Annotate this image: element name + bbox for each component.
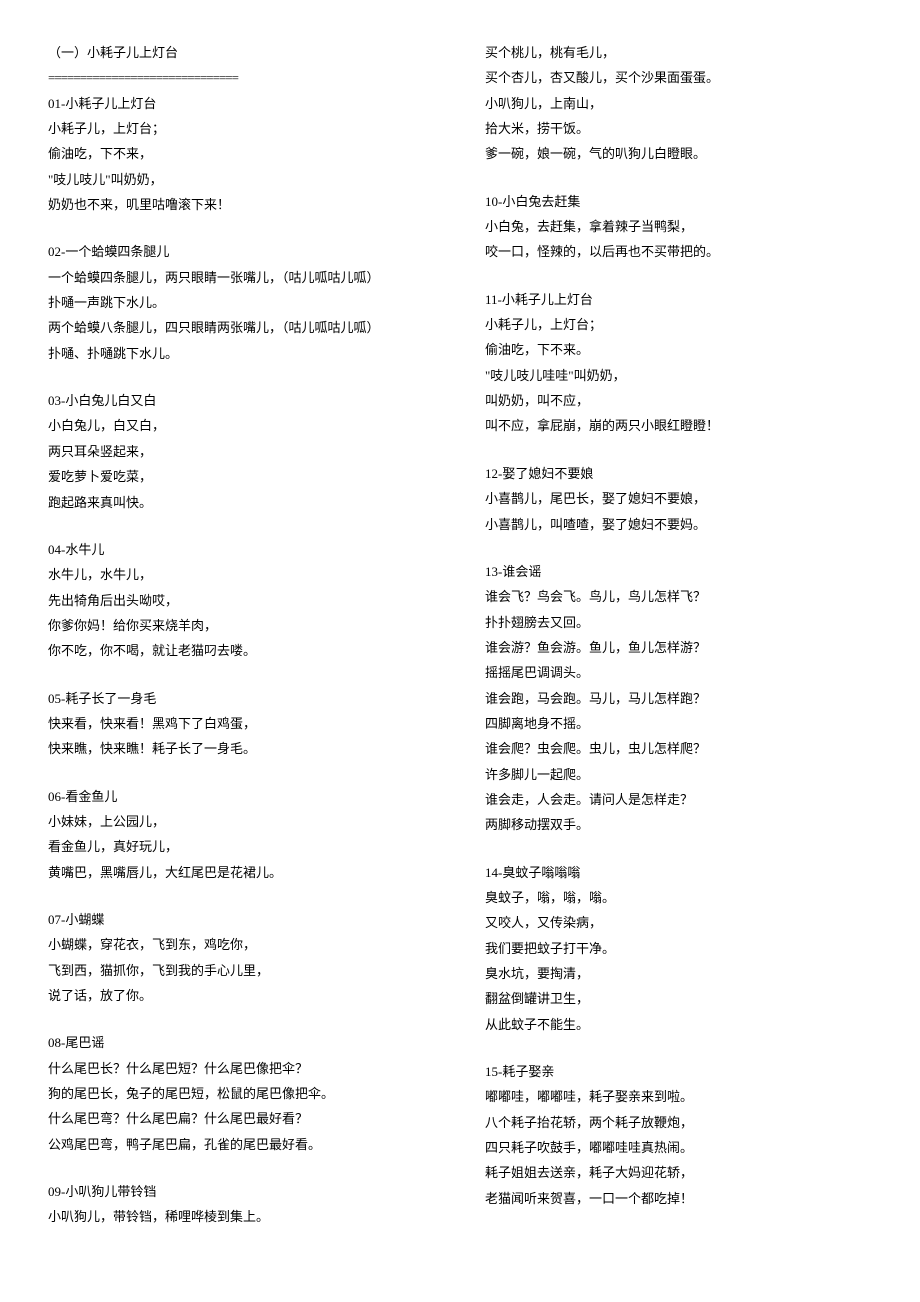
entry-title: 03-小白兔儿白又白 <box>48 388 435 413</box>
entry-line: 四只耗子吹鼓手，嘟嘟哇哇真热闹。 <box>485 1135 872 1160</box>
entry-block: 07-小蝴蝶小蝴蝶，穿花衣，飞到东，鸡吃你，飞到西，猫抓你，飞到我的手心儿里，说… <box>48 907 435 1008</box>
right-column: 买个桃儿，桃有毛儿，买个杏儿，杏又酸儿，买个沙果面蛋蛋。小叭狗儿，上南山，拾大米… <box>485 40 872 1252</box>
entry-line: 扑扑翅膀去又回。 <box>485 610 872 635</box>
entry-line: 偷油吃，下不来。 <box>485 337 872 362</box>
entry-line: 小喜鹊儿，叫喳喳，娶了媳妇不要妈。 <box>485 512 872 537</box>
entry-line: 摇摇尾巴调调头。 <box>485 660 872 685</box>
entry-title: 15-耗子娶亲 <box>485 1059 872 1084</box>
entry-line: 狗的尾巴长，兔子的尾巴短，松鼠的尾巴像把伞。 <box>48 1081 435 1106</box>
entry-line: 臭蚊子，嗡，嗡，嗡。 <box>485 885 872 910</box>
entry-block: 12-娶了媳妇不要娘小喜鹊儿，尾巴长，娶了媳妇不要娘，小喜鹊儿，叫喳喳，娶了媳妇… <box>485 461 872 537</box>
entry-line: 快来看，快来看！黑鸡下了白鸡蛋， <box>48 711 435 736</box>
entry-line: 奶奶也不来，叽里咕噜滚下来！ <box>48 192 435 217</box>
entry-title: 09-小叭狗儿带铃铛 <box>48 1179 435 1204</box>
entry-line: 从此蚊子不能生。 <box>485 1012 872 1037</box>
entry-line: 偷油吃，下不来， <box>48 141 435 166</box>
entry-line: 谁会跑，马会跑。马儿，马儿怎样跑？ <box>485 686 872 711</box>
entry-title: 08-尾巴谣 <box>48 1030 435 1055</box>
entry-line: 翻盆倒罐讲卫生， <box>485 986 872 1011</box>
entry-line: 买个杏儿，杏又酸儿，买个沙果面蛋蛋。 <box>485 65 872 90</box>
entry-line: 小蝴蝶，穿花衣，飞到东，鸡吃你， <box>48 932 435 957</box>
entry-line: 咬一口，怪辣的，以后再也不买带把的。 <box>485 239 872 264</box>
entry-title: 07-小蝴蝶 <box>48 907 435 932</box>
entry-line: 你不吃，你不喝，就让老猫叼去喽。 <box>48 638 435 663</box>
entry-line: 小叭狗儿，带铃铛，稀哩哗棱到集上。 <box>48 1204 435 1229</box>
entry-line: 先出犄角后出头呦哎， <box>48 588 435 613</box>
entry-line: 小白兔儿，白又白， <box>48 413 435 438</box>
entry-line: 小喜鹊儿，尾巴长，娶了媳妇不要娘， <box>485 486 872 511</box>
entry-line: 八个耗子抬花轿，两个耗子放鞭炮， <box>485 1110 872 1135</box>
entry-line: 飞到西，猫抓你，飞到我的手心儿里， <box>48 958 435 983</box>
entry-line: 爹一碗，娘一碗，气的叭狗儿白瞪眼。 <box>485 141 872 166</box>
entry-line: 什么尾巴弯？什么尾巴扁？什么尾巴最好看？ <box>48 1106 435 1131</box>
entry-title: 01-小耗子儿上灯台 <box>48 91 435 116</box>
entry-title: 13-谁会谣 <box>485 559 872 584</box>
entry-block: 买个桃儿，桃有毛儿，买个杏儿，杏又酸儿，买个沙果面蛋蛋。小叭狗儿，上南山，拾大米… <box>485 40 872 167</box>
entry-line: 谁会走，人会走。请问人是怎样走？ <box>485 787 872 812</box>
entry-block: 03-小白兔儿白又白小白兔儿，白又白，两只耳朵竖起来，爱吃萝卜爱吃菜，跑起路来真… <box>48 388 435 515</box>
entry-line: 嘟嘟哇，嘟嘟哇，耗子娶亲来到啦。 <box>485 1084 872 1109</box>
entry-line: 买个桃儿，桃有毛儿， <box>485 40 872 65</box>
entry-line: 水牛儿，水牛儿， <box>48 562 435 587</box>
entry-title: 14-臭蚊子嗡嗡嗡 <box>485 860 872 885</box>
entry-title: 10-小白兔去赶集 <box>485 189 872 214</box>
left-column: （一）小耗子儿上灯台 =============================… <box>48 40 435 1252</box>
entry-line: 小耗子儿，上灯台； <box>485 312 872 337</box>
entry-line: 拾大米，捞干饭。 <box>485 116 872 141</box>
entry-block: 05-耗子长了一身毛快来看，快来看！黑鸡下了白鸡蛋，快来瞧，快来瞧！耗子长了一身… <box>48 686 435 762</box>
entry-line: 两脚移动摆双手。 <box>485 812 872 837</box>
entry-line: 公鸡尾巴弯，鸭子尾巴扁，孔雀的尾巴最好看。 <box>48 1132 435 1157</box>
entry-line: 小白兔，去赶集，拿着辣子当鸭梨， <box>485 214 872 239</box>
entry-line: 许多脚儿一起爬。 <box>485 762 872 787</box>
entry-block: 15-耗子娶亲嘟嘟哇，嘟嘟哇，耗子娶亲来到啦。八个耗子抬花轿，两个耗子放鞭炮，四… <box>485 1059 872 1211</box>
entry-title: 11-小耗子儿上灯台 <box>485 287 872 312</box>
entry-line: 耗子姐姐去送亲，耗子大妈迎花轿， <box>485 1160 872 1185</box>
entry-block: 02-一个蛤蟆四条腿儿一个蛤蟆四条腿儿，两只眼睛一张嘴儿，（咕儿呱咕儿呱）扑嗵一… <box>48 239 435 366</box>
entry-block: 01-小耗子儿上灯台小耗子儿，上灯台；偷油吃，下不来，"吱儿吱儿"叫奶奶，奶奶也… <box>48 91 435 218</box>
entry-line: 谁会飞？鸟会飞。鸟儿，鸟儿怎样飞？ <box>485 584 872 609</box>
entry-line: "吱儿吱儿"叫奶奶， <box>48 167 435 192</box>
entry-block: 11-小耗子儿上灯台小耗子儿，上灯台；偷油吃，下不来。"吱儿吱儿哇哇"叫奶奶，叫… <box>485 287 872 439</box>
entry-line: 你爹你妈！给你买来烧羊肉， <box>48 613 435 638</box>
entry-title: 02-一个蛤蟆四条腿儿 <box>48 239 435 264</box>
entry-line: 小耗子儿，上灯台； <box>48 116 435 141</box>
entry-line: 谁会游？鱼会游。鱼儿，鱼儿怎样游？ <box>485 635 872 660</box>
entry-line: 小妹妹，上公园儿， <box>48 809 435 834</box>
entry-line: 什么尾巴长？什么尾巴短？什么尾巴像把伞？ <box>48 1056 435 1081</box>
entry-line: 爱吃萝卜爱吃菜， <box>48 464 435 489</box>
entry-line: 两只耳朵竖起来， <box>48 439 435 464</box>
divider: ============================== <box>48 65 435 90</box>
section-title: （一）小耗子儿上灯台 <box>48 40 435 65</box>
entry-line: 四脚离地身不摇。 <box>485 711 872 736</box>
entry-line: "吱儿吱儿哇哇"叫奶奶， <box>485 363 872 388</box>
entry-line: 老猫闻听来贺喜，一口一个都吃掉！ <box>485 1186 872 1211</box>
entry-line: 说了话，放了你。 <box>48 983 435 1008</box>
entry-line: 小叭狗儿，上南山， <box>485 91 872 116</box>
entry-line: 叫不应，拿屁崩，崩的两只小眼红瞪瞪！ <box>485 413 872 438</box>
entry-line: 看金鱼儿，真好玩儿， <box>48 834 435 859</box>
entry-block: 14-臭蚊子嗡嗡嗡臭蚊子，嗡，嗡，嗡。又咬人，又传染病，我们要把蚊子打干净。臭水… <box>485 860 872 1037</box>
entry-line: 谁会爬？虫会爬。虫儿，虫儿怎样爬？ <box>485 736 872 761</box>
entry-line: 又咬人，又传染病， <box>485 910 872 935</box>
entry-line: 跑起路来真叫快。 <box>48 490 435 515</box>
entry-block: 13-谁会谣谁会飞？鸟会飞。鸟儿，鸟儿怎样飞？扑扑翅膀去又回。谁会游？鱼会游。鱼… <box>485 559 872 838</box>
entry-line: 黄嘴巴，黑嘴唇儿，大红尾巴是花裙儿。 <box>48 860 435 885</box>
entry-line: 我们要把蚊子打干净。 <box>485 936 872 961</box>
entry-block: 09-小叭狗儿带铃铛小叭狗儿，带铃铛，稀哩哗棱到集上。 <box>48 1179 435 1230</box>
entry-title: 06-看金鱼儿 <box>48 784 435 809</box>
entry-line: 一个蛤蟆四条腿儿，两只眼睛一张嘴儿，（咕儿呱咕儿呱） <box>48 265 435 290</box>
entry-block: 08-尾巴谣什么尾巴长？什么尾巴短？什么尾巴像把伞？狗的尾巴长，兔子的尾巴短，松… <box>48 1030 435 1157</box>
entry-title: 12-娶了媳妇不要娘 <box>485 461 872 486</box>
entry-line: 叫奶奶，叫不应， <box>485 388 872 413</box>
entry-line: 两个蛤蟆八条腿儿，四只眼睛两张嘴儿，（咕儿呱咕儿呱） <box>48 315 435 340</box>
entry-line: 扑嗵、扑嗵跳下水儿。 <box>48 341 435 366</box>
entry-title: 05-耗子长了一身毛 <box>48 686 435 711</box>
entry-line: 臭水坑，要掏清， <box>485 961 872 986</box>
entry-line: 快来瞧，快来瞧！耗子长了一身毛。 <box>48 736 435 761</box>
entry-block: 04-水牛儿水牛儿，水牛儿，先出犄角后出头呦哎，你爹你妈！给你买来烧羊肉，你不吃… <box>48 537 435 664</box>
entry-block: 10-小白兔去赶集小白兔，去赶集，拿着辣子当鸭梨，咬一口，怪辣的，以后再也不买带… <box>485 189 872 265</box>
entry-line: 扑嗵一声跳下水儿。 <box>48 290 435 315</box>
entry-block: 06-看金鱼儿小妹妹，上公园儿，看金鱼儿，真好玩儿，黄嘴巴，黑嘴唇儿，大红尾巴是… <box>48 784 435 885</box>
entry-title: 04-水牛儿 <box>48 537 435 562</box>
